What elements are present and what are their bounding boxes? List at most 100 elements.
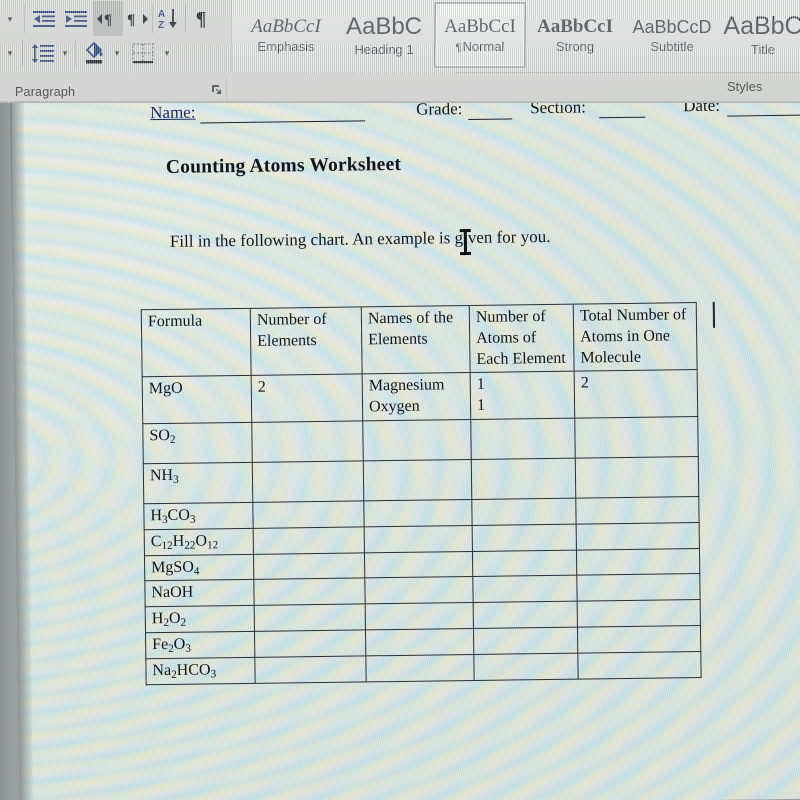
cell-atoms-of-each-element[interactable] bbox=[472, 523, 577, 552]
cell-number-of-elements[interactable] bbox=[254, 629, 366, 658]
page-title: Counting Atoms Worksheet bbox=[165, 153, 402, 178]
cell-number-of-elements[interactable]: 2 bbox=[251, 374, 363, 423]
cell-formula[interactable]: H3CO3 bbox=[143, 502, 254, 530]
text-ibeam-cursor-icon bbox=[459, 228, 472, 256]
date-field-label: Date: bbox=[683, 103, 721, 116]
document-canvas[interactable]: Name: Grade: Section: Date: Counting Ato… bbox=[0, 103, 800, 800]
cell-number-of-elements[interactable] bbox=[254, 604, 366, 632]
cell-formula[interactable]: Na2HCO3 bbox=[145, 657, 256, 685]
name-field-label: Name: bbox=[150, 103, 196, 123]
cell-names-of-elements[interactable] bbox=[364, 551, 473, 579]
styles-group-underline bbox=[455, 72, 800, 73]
decrease-indent-button[interactable] bbox=[30, 4, 58, 34]
table-row[interactable]: MgO 2 Magnesium Oxygen 1 12 bbox=[142, 369, 698, 424]
paragraph-row2-dropdown-chevron[interactable]: ▾ bbox=[2, 42, 18, 64]
cell-atoms-of-each-element[interactable] bbox=[471, 498, 577, 526]
cell-total-atoms[interactable] bbox=[576, 573, 701, 602]
style-item-emphasis[interactable]: AaBbCcI Emphasis bbox=[238, 2, 334, 68]
sort-button[interactable]: A Z bbox=[155, 3, 183, 35]
cell-names-of-elements[interactable] bbox=[364, 576, 474, 605]
cell-number-of-elements[interactable] bbox=[253, 552, 365, 580]
borders-grid-icon bbox=[132, 43, 154, 64]
style-item-title[interactable]: AaBbC Title bbox=[721, 2, 800, 68]
cell-total-atoms[interactable]: 2 bbox=[574, 369, 698, 419]
column-header-names-of-elements: Names of the Elements bbox=[361, 305, 471, 375]
style-item-heading-1[interactable]: AaBbC Heading 1 bbox=[336, 2, 432, 68]
cell-names-of-elements[interactable] bbox=[365, 628, 474, 656]
document-page[interactable]: Name: Grade: Section: Date: Counting Ato… bbox=[10, 103, 800, 800]
increase-indent-button[interactable] bbox=[62, 4, 90, 34]
toolbar-divider-4 bbox=[22, 40, 23, 66]
column-header-atoms-of-each: Number of Atoms of Each Element bbox=[469, 304, 575, 373]
shading-paint-icon bbox=[85, 41, 103, 64]
shading-dropdown-chevron[interactable]: ▾ bbox=[110, 42, 124, 64]
cell-atoms-of-each-element[interactable] bbox=[471, 458, 576, 500]
cell-formula[interactable]: NaOH bbox=[144, 579, 255, 607]
cell-number-of-elements[interactable] bbox=[251, 420, 364, 463]
cell-total-atoms[interactable] bbox=[577, 651, 702, 679]
style-label: ¶Normal bbox=[456, 40, 505, 54]
cell-names-of-elements[interactable] bbox=[365, 654, 475, 682]
date-field-rule bbox=[727, 114, 800, 117]
cell-names-of-elements[interactable] bbox=[365, 602, 474, 630]
chevron-down-icon: ▾ bbox=[7, 47, 13, 58]
toolbar-divider-1 bbox=[24, 5, 25, 33]
cell-names-of-elements[interactable] bbox=[363, 459, 472, 501]
cell-total-atoms[interactable] bbox=[575, 456, 699, 499]
cell-atoms-of-each-element[interactable] bbox=[470, 418, 576, 460]
cell-total-atoms[interactable] bbox=[574, 416, 699, 459]
style-item-subtitle[interactable]: AaBbCcD Subtitle bbox=[624, 2, 720, 68]
cell-total-atoms[interactable] bbox=[577, 599, 701, 628]
cell-total-atoms[interactable] bbox=[576, 522, 700, 550]
cell-formula[interactable]: SO2 bbox=[142, 422, 253, 464]
style-preview: AaBbC bbox=[723, 12, 800, 40]
cell-formula[interactable]: MgO bbox=[142, 375, 252, 424]
cell-formula[interactable]: Fe2O3 bbox=[145, 631, 255, 659]
cell-formula[interactable]: MgSO4 bbox=[144, 553, 254, 582]
cell-names-of-elements[interactable]: Magnesium Oxygen bbox=[362, 372, 471, 421]
column-header-number-of-elements: Number of Elements bbox=[250, 306, 363, 376]
cell-number-of-elements[interactable] bbox=[253, 526, 365, 554]
style-item-normal[interactable]: AaBbCcI ¶Normal bbox=[434, 2, 526, 68]
cell-total-atoms[interactable] bbox=[575, 496, 700, 524]
show-formatting-marks-button[interactable]: ¶ bbox=[188, 3, 214, 35]
shading-button[interactable] bbox=[80, 38, 108, 68]
paragraph-group-label: Paragraph bbox=[15, 85, 76, 99]
cell-atoms-of-each-element[interactable]: 1 1 bbox=[470, 371, 575, 420]
rtl-text-direction-button[interactable]: ¶ bbox=[124, 4, 152, 34]
borders-dropdown-chevron[interactable]: ▾ bbox=[160, 42, 174, 64]
ltr-text-direction-button[interactable]: ¶ bbox=[93, 1, 123, 36]
ribbon: ▾ ¶ ¶ A Z ¶ ▾ ▾ ▾ ▾ Paragraph AaBbCcI Em… bbox=[0, 0, 800, 103]
table-header-row: Formula Number of Elements Names of the … bbox=[141, 302, 698, 378]
cell-formula[interactable]: C12H22O12 bbox=[144, 528, 254, 556]
style-label: Title bbox=[750, 42, 776, 57]
cell-names-of-elements[interactable] bbox=[362, 419, 472, 461]
cell-formula[interactable]: H2O2 bbox=[145, 605, 255, 633]
cell-atoms-of-each-element[interactable] bbox=[472, 575, 578, 603]
chevron-down-icon: ▾ bbox=[7, 13, 13, 24]
svg-text:A: A bbox=[158, 9, 165, 20]
paragraph-row1-dropdown-chevron[interactable]: ▾ bbox=[2, 8, 18, 30]
cell-number-of-elements[interactable] bbox=[254, 655, 367, 683]
pilcrow-icon: ¶ bbox=[455, 41, 462, 54]
cell-names-of-elements[interactable] bbox=[364, 525, 473, 553]
cell-number-of-elements[interactable] bbox=[252, 500, 365, 529]
line-spacing-button[interactable] bbox=[28, 40, 58, 68]
cell-atoms-of-each-element[interactable] bbox=[473, 601, 578, 629]
cell-formula[interactable]: NH3 bbox=[143, 462, 253, 504]
borders-button[interactable] bbox=[128, 38, 158, 68]
cell-number-of-elements[interactable] bbox=[252, 460, 364, 503]
cell-atoms-of-each-element[interactable] bbox=[473, 652, 579, 681]
cell-total-atoms[interactable] bbox=[577, 625, 701, 653]
paragraph-dialog-launcher-icon[interactable] bbox=[211, 84, 224, 97]
counting-atoms-table[interactable]: Formula Number of Elements Names of the … bbox=[141, 302, 702, 685]
pilcrow-icon: ¶ bbox=[195, 7, 207, 30]
cell-total-atoms[interactable] bbox=[576, 548, 700, 576]
cell-atoms-of-each-element[interactable] bbox=[472, 549, 577, 577]
ltr-text-direction-icon: ¶ bbox=[97, 12, 112, 28]
style-item-strong[interactable]: AaBbCcI Strong bbox=[528, 2, 622, 68]
cell-names-of-elements[interactable] bbox=[363, 499, 473, 527]
line-spacing-dropdown-chevron[interactable]: ▾ bbox=[58, 42, 72, 64]
cell-atoms-of-each-element[interactable] bbox=[473, 627, 578, 655]
cell-number-of-elements[interactable] bbox=[253, 578, 366, 606]
